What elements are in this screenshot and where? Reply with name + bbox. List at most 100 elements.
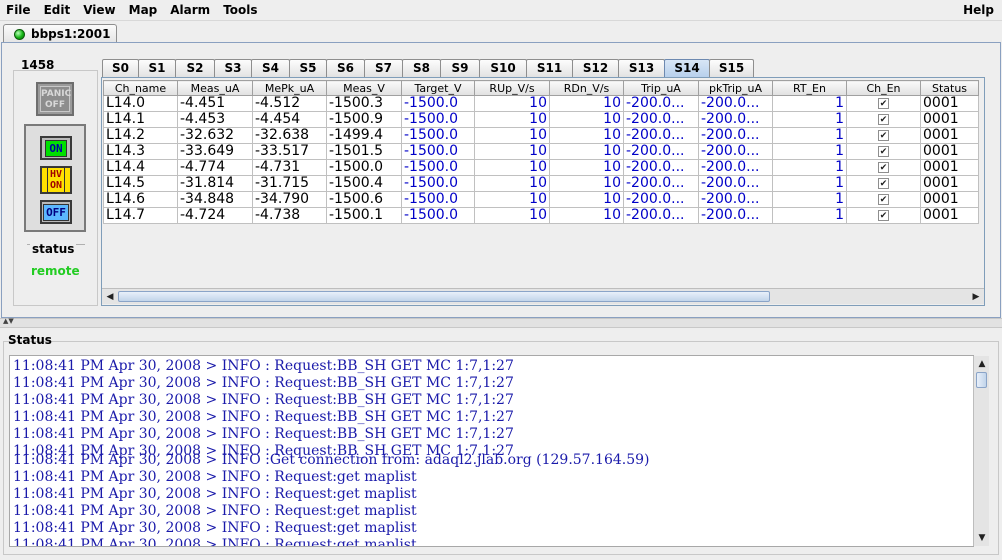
channel-enable-checkbox[interactable]: ✔: [878, 145, 889, 157]
table-cell[interactable]: 1: [772, 95, 847, 112]
table-cell[interactable]: ✔: [846, 143, 921, 160]
table-cell[interactable]: -200.0...: [623, 175, 699, 192]
table-cell[interactable]: 0001: [920, 207, 979, 224]
hv-on-button[interactable]: HV ON: [40, 166, 72, 194]
table-cell[interactable]: L14.2: [103, 127, 178, 144]
table-cell[interactable]: 0001: [920, 127, 979, 144]
scroll-left-icon[interactable]: ◀: [103, 290, 117, 304]
column-header-trip-ua[interactable]: Trip_uA: [623, 80, 699, 96]
table-cell[interactable]: 10: [474, 127, 550, 144]
table-cell[interactable]: -31.715: [252, 175, 327, 192]
column-header-rup-v-s[interactable]: RUp_V/s: [474, 80, 550, 96]
table-cell[interactable]: 1: [772, 159, 847, 176]
channel-enable-checkbox[interactable]: ✔: [878, 113, 889, 125]
scroll-down-icon[interactable]: ▼: [975, 531, 989, 545]
table-cell[interactable]: -1500.6: [326, 191, 402, 208]
column-header-rt-en[interactable]: RT_En: [772, 80, 847, 96]
column-header-ch-name[interactable]: Ch_name: [103, 80, 178, 96]
table-row[interactable]: L14.0 -4.451 -4.512 -1500.3 -1500.0 10 10 -200.…: [103, 95, 979, 112]
table-cell[interactable]: 10: [549, 95, 624, 112]
slot-tab-s9[interactable]: S9: [440, 59, 480, 77]
table-row[interactable]: L14.6 -34.848 -34.790 -1500.6 -1500.0 10 10 -20…: [103, 191, 979, 208]
slot-tab-s5[interactable]: S5: [289, 59, 327, 77]
column-header-status[interactable]: Status: [920, 80, 979, 96]
table-cell[interactable]: 0001: [920, 111, 979, 128]
status-log[interactable]: 11:08:41 PM Apr 30, 2008 > INFO : Reques…: [9, 355, 974, 547]
slot-tab-s10[interactable]: S10: [479, 59, 527, 77]
table-cell[interactable]: -33.517: [252, 143, 327, 160]
table-cell[interactable]: 1: [772, 143, 847, 160]
table-cell[interactable]: -4.451: [177, 95, 253, 112]
table-cell[interactable]: L14.0: [103, 95, 178, 112]
table-cell[interactable]: ✔: [846, 191, 921, 208]
scroll-up-icon[interactable]: ▲: [975, 357, 989, 371]
horizontal-scroll-thumb[interactable]: [118, 291, 770, 302]
table-cell[interactable]: -1500.0: [401, 111, 475, 128]
column-header-meas-v[interactable]: Meas_V: [326, 80, 402, 96]
table-row[interactable]: L14.4 -4.774 -4.731 -1500.0 -1500.0 10 10 -200.…: [103, 159, 979, 176]
table-cell[interactable]: 10: [474, 191, 550, 208]
table-cell[interactable]: -1500.0: [401, 191, 475, 208]
slot-tab-s0[interactable]: S0: [102, 59, 139, 77]
table-cell[interactable]: -33.649: [177, 143, 253, 160]
table-cell[interactable]: 10: [549, 175, 624, 192]
table-cell[interactable]: ✔: [846, 159, 921, 176]
menu-edit[interactable]: Edit: [38, 3, 78, 17]
table-cell[interactable]: -200.0...: [623, 143, 699, 160]
vertical-scroll-thumb[interactable]: [976, 372, 987, 388]
table-cell[interactable]: -34.790: [252, 191, 327, 208]
table-cell[interactable]: 10: [549, 111, 624, 128]
table-cell[interactable]: -1500.0: [401, 143, 475, 160]
table-cell[interactable]: -1500.0: [401, 207, 475, 224]
column-header-meas-ua[interactable]: Meas_uA: [177, 80, 253, 96]
table-cell[interactable]: -1500.0: [326, 159, 402, 176]
off-button[interactable]: OFF: [40, 200, 72, 224]
channel-enable-checkbox[interactable]: ✔: [878, 209, 889, 221]
table-cell[interactable]: 1: [772, 111, 847, 128]
table-cell[interactable]: -32.632: [177, 127, 253, 144]
menu-alarm[interactable]: Alarm: [164, 3, 217, 17]
table-cell[interactable]: -4.724: [177, 207, 253, 224]
table-cell[interactable]: 10: [549, 159, 624, 176]
table-cell[interactable]: -34.848: [177, 191, 253, 208]
column-header-mepk-ua[interactable]: MePk_uA: [252, 80, 327, 96]
table-cell[interactable]: -200.0...: [623, 127, 699, 144]
table-cell[interactable]: -4.512: [252, 95, 327, 112]
connection-tab[interactable]: bbps1:2001: [3, 24, 117, 43]
horizontal-scrollbar[interactable]: ◀ ▶: [102, 288, 984, 304]
table-cell[interactable]: 0001: [920, 159, 979, 176]
table-cell[interactable]: -1500.4: [326, 175, 402, 192]
table-cell[interactable]: -200.0...: [698, 175, 773, 192]
table-cell[interactable]: -1500.0: [401, 127, 475, 144]
table-cell[interactable]: 10: [474, 159, 550, 176]
table-cell[interactable]: 0001: [920, 175, 979, 192]
channel-enable-checkbox[interactable]: ✔: [878, 193, 889, 205]
table-row[interactable]: L14.2 -32.632 -32.638 -1499.4 -1500.0 10 10 -20…: [103, 127, 979, 144]
table-cell[interactable]: -200.0...: [698, 143, 773, 160]
column-header-target-v[interactable]: Target_V: [401, 80, 475, 96]
table-cell[interactable]: 1: [772, 207, 847, 224]
menu-help[interactable]: Help: [963, 3, 994, 17]
table-cell[interactable]: L14.1: [103, 111, 178, 128]
table-cell[interactable]: -4.731: [252, 159, 327, 176]
splitter-arrows-icon[interactable]: ▲▼: [3, 317, 14, 325]
panic-off-button[interactable]: PANIC OFF: [36, 82, 74, 116]
table-cell[interactable]: -1500.9: [326, 111, 402, 128]
channel-enable-checkbox[interactable]: ✔: [878, 97, 889, 109]
slot-tab-s11[interactable]: S11: [526, 59, 573, 77]
slot-tab-s13[interactable]: S13: [618, 59, 665, 77]
table-cell[interactable]: -31.814: [177, 175, 253, 192]
table-cell[interactable]: -200.0...: [698, 207, 773, 224]
menu-map[interactable]: Map: [123, 3, 165, 17]
table-cell[interactable]: 0001: [920, 143, 979, 160]
table-cell[interactable]: -4.454: [252, 111, 327, 128]
table-cell[interactable]: -4.774: [177, 159, 253, 176]
table-cell[interactable]: 10: [474, 143, 550, 160]
table-cell[interactable]: -1500.3: [326, 95, 402, 112]
table-cell[interactable]: 10: [474, 175, 550, 192]
table-cell[interactable]: -200.0...: [623, 191, 699, 208]
table-cell[interactable]: L14.4: [103, 159, 178, 176]
table-cell[interactable]: 10: [474, 207, 550, 224]
slot-tab-s15[interactable]: S15: [709, 59, 754, 77]
table-cell[interactable]: 10: [549, 143, 624, 160]
